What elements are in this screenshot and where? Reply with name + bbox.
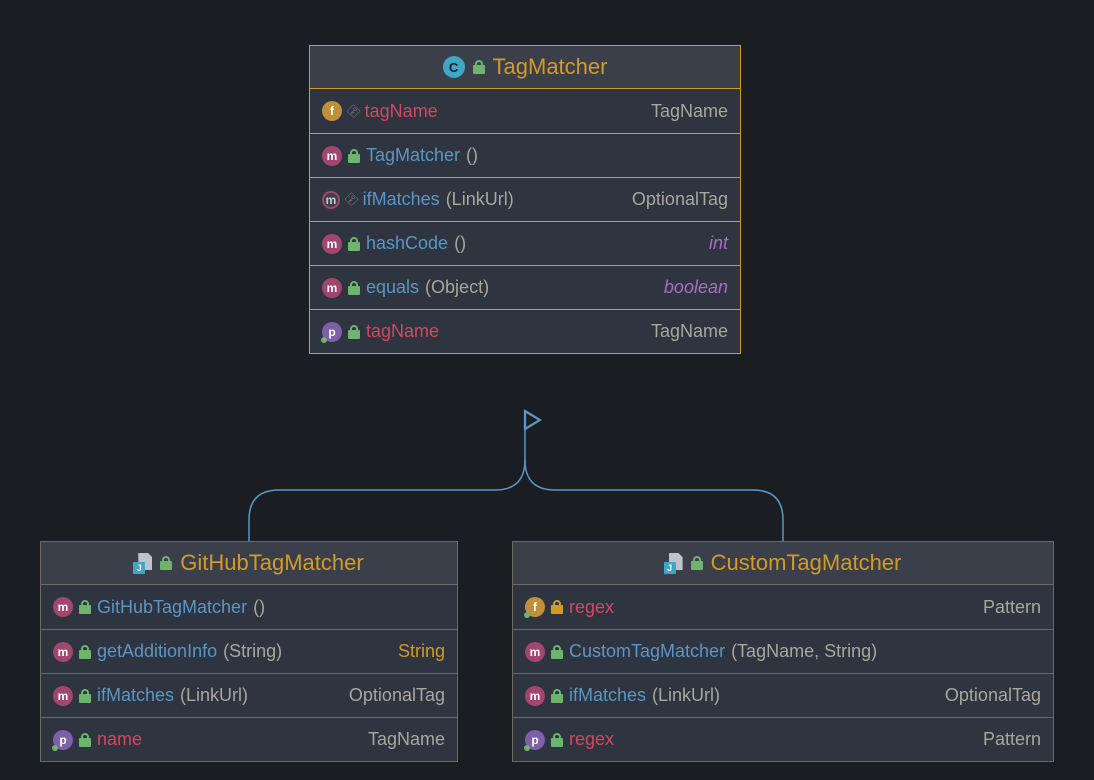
member-row: m equals (Object) boolean (310, 265, 740, 309)
member-params: (TagName, String) (731, 641, 877, 662)
member-type: Pattern (983, 729, 1041, 750)
class-box-tagmatcher: C TagMatcher f⚿tagNameTagNamemTagMatcher… (309, 45, 741, 354)
abstract-method-icon: m (322, 191, 340, 209)
member-name: getAdditionInfo (97, 641, 217, 662)
member-type: String (398, 641, 445, 662)
member-row: m CustomTagMatcher (TagName, String) (513, 629, 1053, 673)
member-type: OptionalTag (349, 685, 445, 706)
member-type: TagName (368, 729, 445, 750)
member-name: ifMatches (97, 685, 174, 706)
member-params: (Object) (425, 277, 489, 298)
lock-open-icon (348, 237, 360, 251)
member-row: m GitHubTagMatcher () (41, 585, 457, 629)
member-name: tagName (365, 101, 438, 122)
member-name: ifMatches (363, 189, 440, 210)
member-params: (LinkUrl) (180, 685, 248, 706)
member-type: boolean (664, 277, 728, 298)
lock-open-icon (348, 325, 360, 339)
method-icon: m (53, 686, 73, 706)
property-icon: p (53, 730, 73, 750)
class-box-githubtagmatcher: J GitHubTagMatcher m GitHubTagMatcher () m g… (40, 541, 458, 762)
member-type: Pattern (983, 597, 1041, 618)
java-file-icon: J (665, 553, 683, 573)
member-row: f⚿tagName TagName (310, 89, 740, 133)
members-section: m GitHubTagMatcher () m getAdditionInfo (Stri… (41, 585, 457, 761)
member-name: regex (569, 597, 614, 618)
member-name: GitHubTagMatcher (97, 597, 247, 618)
class-header: C TagMatcher (310, 46, 740, 89)
member-name: hashCode (366, 233, 448, 254)
member-name: name (97, 729, 142, 750)
member-params: (LinkUrl) (446, 189, 514, 210)
member-type: TagName (651, 321, 728, 342)
class-header: J CustomTagMatcher (513, 542, 1053, 585)
lock-open-icon (551, 733, 563, 747)
method-icon: m (322, 234, 342, 254)
class-header: J GitHubTagMatcher (41, 542, 457, 585)
lock-open-icon (79, 733, 91, 747)
member-name: regex (569, 729, 614, 750)
member-row: m hashCode () int (310, 221, 740, 265)
property-icon: p (322, 322, 342, 342)
member-row: p regex Pattern (513, 717, 1053, 761)
lock-open-icon (348, 281, 360, 295)
member-name: equals (366, 277, 419, 298)
java-file-icon: J (134, 553, 152, 573)
member-row: m⚿ifMatches (LinkUrl) OptionalTag (310, 177, 740, 221)
member-name: tagName (366, 321, 439, 342)
member-row: m getAdditionInfo (String) String (41, 629, 457, 673)
lock-closed-icon (551, 600, 563, 614)
member-type: int (709, 233, 728, 254)
method-icon: m (322, 278, 342, 298)
method-icon: m (322, 146, 342, 166)
lock-open-icon (551, 689, 563, 703)
member-row: m TagMatcher () (310, 133, 740, 177)
member-row: p name TagName (41, 717, 457, 761)
field-icon: f (525, 597, 545, 617)
lock-open-icon (551, 645, 563, 659)
member-type: OptionalTag (632, 189, 728, 210)
property-icon: p (525, 730, 545, 750)
member-params: () (454, 233, 466, 254)
member-params: (String) (223, 641, 282, 662)
field-icon: f (322, 101, 342, 121)
lock-open-icon (79, 645, 91, 659)
members-section: f⚿tagNameTagNamemTagMatcher()m⚿ifMatches… (310, 89, 740, 353)
member-row: p tagName TagName (310, 309, 740, 353)
lock-icon (691, 556, 703, 570)
member-name: TagMatcher (366, 145, 460, 166)
class-title: GitHubTagMatcher (180, 550, 363, 576)
member-params: (LinkUrl) (652, 685, 720, 706)
members-section: f regex Pattern m CustomTagMatcher (TagName, … (513, 585, 1053, 761)
key-icon: ⚿ (344, 101, 364, 121)
class-title: CustomTagMatcher (711, 550, 902, 576)
method-icon: m (525, 642, 545, 662)
method-icon: m (53, 597, 73, 617)
member-type: TagName (651, 101, 728, 122)
lock-icon (160, 556, 172, 570)
member-row: f regex Pattern (513, 585, 1053, 629)
method-icon: m (53, 642, 73, 662)
lock-open-icon (79, 689, 91, 703)
class-box-customtagmatcher: J CustomTagMatcher f regex Pattern m CustomT… (512, 541, 1054, 762)
method-icon: m (525, 686, 545, 706)
member-row: m ifMatches (LinkUrl) OptionalTag (513, 673, 1053, 717)
member-params: () (253, 597, 265, 618)
lock-open-icon (79, 600, 91, 614)
member-row: m ifMatches (LinkUrl) OptionalTag (41, 673, 457, 717)
member-name: ifMatches (569, 685, 646, 706)
lock-icon (473, 60, 485, 74)
class-title: TagMatcher (493, 54, 608, 80)
member-params: () (466, 145, 478, 166)
member-type: OptionalTag (945, 685, 1041, 706)
key-icon: ⚿ (342, 190, 362, 210)
member-name: CustomTagMatcher (569, 641, 725, 662)
class-icon: C (443, 56, 465, 78)
lock-open-icon (348, 149, 360, 163)
